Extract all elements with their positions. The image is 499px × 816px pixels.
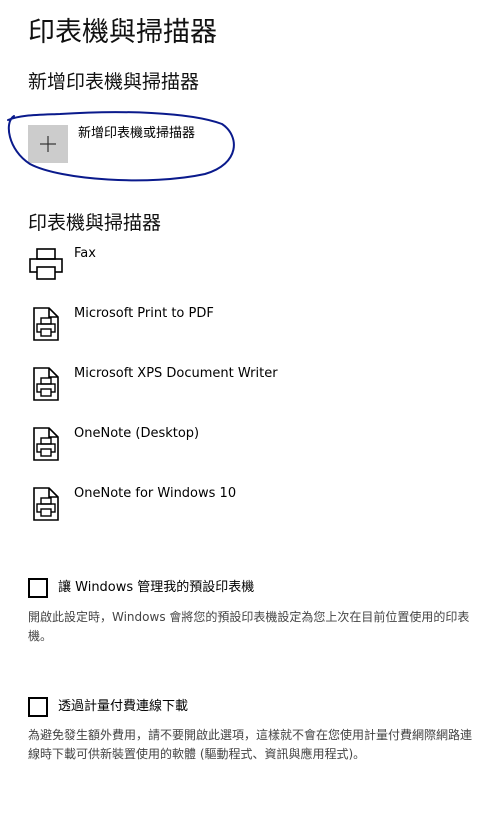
- page-title: 印表機與掃描器: [28, 17, 217, 48]
- printer-item-microsoft-print-to-pdf[interactable]: Microsoft Print to PDF: [28, 306, 468, 346]
- printer-icon: [33, 307, 59, 341]
- metered-download-checkbox[interactable]: [28, 697, 48, 717]
- printer-name: OneNote (Desktop): [74, 426, 200, 441]
- printer-icon: [33, 367, 59, 401]
- printer-item-onenote-desktop[interactable]: OneNote (Desktop): [28, 426, 468, 466]
- printer-name: Fax: [74, 246, 96, 261]
- metered-download-label: 透過計量付費連線下載: [58, 699, 189, 714]
- printer-icon: [33, 487, 59, 521]
- manage-default-printer-description: 開啟此設定時，Windows 會將您的預設印表機設定為您上次在目前位置使用的印表…: [28, 610, 470, 643]
- printer-icon: [33, 427, 59, 461]
- printer-name: Microsoft XPS Document Writer: [74, 366, 278, 381]
- metered-download-description: 為避免發生額外費用，請不要開啟此選項，這樣就不會在您使用計量付費網際網路連線時下…: [28, 728, 473, 761]
- printer-item-onenote-for-windows-10[interactable]: OneNote for Windows 10: [28, 486, 468, 526]
- printer-item-microsoft-xps-document-writer[interactable]: Microsoft XPS Document Writer: [28, 366, 468, 406]
- add-tile[interactable]: [28, 125, 68, 163]
- printer-name: Microsoft Print to PDF: [74, 306, 214, 321]
- printer-name: OneNote for Windows 10: [74, 486, 237, 501]
- printers-section-heading: 印表機與掃描器: [28, 212, 162, 234]
- manage-default-printer-label: 讓 Windows 管理我的預設印表機: [58, 580, 255, 595]
- manage-default-printer-option[interactable]: 讓 Windows 管理我的預設印表機: [28, 577, 254, 599]
- add-printer-button[interactable]: 新增印表機或掃描器: [28, 125, 195, 163]
- plus-icon: [40, 136, 56, 152]
- add-printer-label: 新增印表機或掃描器: [78, 126, 196, 141]
- printer-item-fax[interactable]: Fax: [28, 246, 468, 286]
- add-section-heading: 新增印表機與掃描器: [28, 71, 200, 93]
- metered-download-option[interactable]: 透過計量付費連線下載: [28, 696, 188, 718]
- manage-default-printer-checkbox[interactable]: [28, 578, 48, 598]
- fax-printer-icon: [29, 248, 63, 280]
